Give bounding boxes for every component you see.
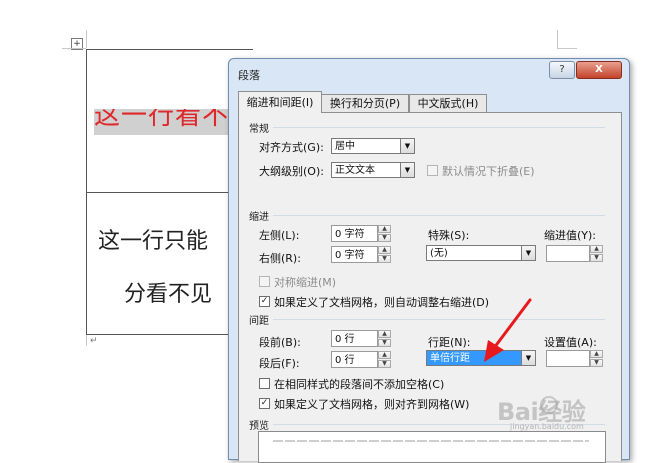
alignment-label: 对齐方式(G): [259, 141, 324, 154]
collapse-default-checkbox[interactable] [427, 165, 438, 176]
mirror-indents-checkbox[interactable] [259, 276, 270, 287]
spin-up-icon[interactable]: ▲ [378, 225, 391, 233]
spin-down-icon[interactable]: ▼ [378, 255, 391, 263]
spacing-before-input[interactable]: 0 行 [331, 330, 378, 347]
section-general-heading: 常规 [249, 124, 269, 135]
alignment-select[interactable]: 居中 [331, 138, 401, 154]
section-preview-heading: 预览 [249, 421, 269, 432]
special-label: 特殊(S): [428, 229, 470, 242]
help-button[interactable]: ? [549, 61, 575, 79]
table-row-1-cell[interactable]: 这一行看不见 [94, 109, 234, 135]
paragraph-mark: ↵ [90, 336, 98, 346]
preview-box [258, 431, 606, 463]
line-spacing-at-spinner[interactable]: ▲ ▼ [590, 350, 603, 367]
indent-by-label: 缩进值(Y): [544, 229, 597, 242]
snap-to-grid-label: 如果定义了文档网格，则对齐到网格(W) [274, 398, 470, 411]
preview-placeholder-lines [273, 440, 589, 442]
alignment-dropdown-arrow-icon[interactable]: ▼ [400, 138, 415, 154]
tab-asian-typography[interactable]: 中文版式(H) [409, 94, 487, 112]
section-general-divider [273, 127, 605, 128]
watermark-url: jingyan.baidu.com [510, 422, 584, 431]
tab-line-page-breaks[interactable]: 换行和分页(P) [321, 94, 409, 112]
auto-adjust-indent-checkbox[interactable]: ✓ [259, 296, 270, 307]
indent-right-label: 右侧(R): [259, 252, 301, 265]
section-spacing-divider [273, 319, 605, 320]
snap-to-grid-checkbox[interactable]: ✓ [259, 398, 270, 409]
tab-indents-spacing[interactable]: 缩进和间距(I) [238, 91, 322, 113]
spacing-after-spinner[interactable]: ▲ ▼ [378, 351, 391, 368]
section-indent-heading: 缩进 [249, 212, 269, 223]
paw-icon [540, 396, 558, 414]
spacing-after-input[interactable]: 0 行 [331, 351, 378, 368]
indent-left-label: 左侧(L): [259, 229, 300, 242]
spin-down-icon[interactable]: ▼ [378, 339, 391, 347]
line-spacing-at-input[interactable] [546, 350, 590, 367]
row2-text-line1: 这一行只能 [98, 229, 209, 254]
line-spacing-at-label: 设置值(A): [544, 336, 597, 349]
indent-by-spinner[interactable]: ▲ ▼ [590, 245, 603, 262]
outline-level-select[interactable]: 正文文本 [331, 162, 401, 178]
mirror-indents-label: 对称缩进(M) [274, 276, 337, 289]
no-space-same-style-checkbox[interactable] [259, 378, 270, 389]
close-button[interactable]: X [576, 61, 622, 79]
spin-up-icon[interactable]: ▲ [378, 330, 391, 338]
spin-down-icon[interactable]: ▼ [378, 234, 391, 242]
margin-guide-bottom-left [86, 334, 87, 346]
spin-down-icon[interactable]: ▼ [378, 360, 391, 368]
special-select[interactable]: (无) [426, 245, 522, 261]
indent-left-spinner[interactable]: ▲ ▼ [378, 225, 391, 242]
dialog-title: 段落 [238, 69, 260, 82]
section-spacing-heading: 间距 [249, 316, 269, 327]
auto-adjust-indent-label: 如果定义了文档网格，则自动调整右缩进(D) [274, 296, 490, 309]
indent-by-input[interactable] [546, 245, 590, 262]
margin-guide-left [86, 30, 87, 48]
margin-guide-top-right [557, 48, 577, 49]
spacing-before-label: 段前(B): [259, 336, 301, 349]
row2-text-line2: 分看不见 [124, 282, 213, 307]
spin-down-icon[interactable]: ▼ [590, 254, 603, 262]
spin-down-icon[interactable]: ▼ [590, 359, 603, 367]
spin-up-icon[interactable]: ▲ [590, 350, 603, 358]
spacing-after-label: 段后(F): [259, 357, 300, 370]
margin-guide-top [62, 48, 86, 49]
red-annotation-arrow-icon [484, 298, 532, 362]
margin-guide-right [557, 30, 558, 48]
spin-up-icon[interactable]: ▲ [378, 246, 391, 254]
indent-right-spinner[interactable]: ▲ ▼ [378, 246, 391, 263]
no-space-same-style-label: 在相同样式的段落间不添加空格(C) [274, 378, 445, 391]
collapse-default-label: 默认情况下折叠(E) [442, 165, 535, 178]
outline-dropdown-arrow-icon[interactable]: ▼ [400, 162, 415, 178]
row1-clipped-text: 这一行看不见 [94, 109, 234, 131]
spin-up-icon[interactable]: ▲ [590, 245, 603, 253]
spin-up-icon[interactable]: ▲ [378, 351, 391, 359]
spacing-before-spinner[interactable]: ▲ ▼ [378, 330, 391, 347]
indent-left-input[interactable]: 0 字符 [331, 225, 378, 242]
line-spacing-label: 行距(N): [428, 336, 471, 349]
section-indent-divider [273, 215, 605, 216]
indent-right-input[interactable]: 0 字符 [331, 246, 378, 263]
special-dropdown-arrow-icon[interactable]: ▼ [521, 245, 536, 261]
outline-level-label: 大纲级别(O): [259, 165, 324, 178]
